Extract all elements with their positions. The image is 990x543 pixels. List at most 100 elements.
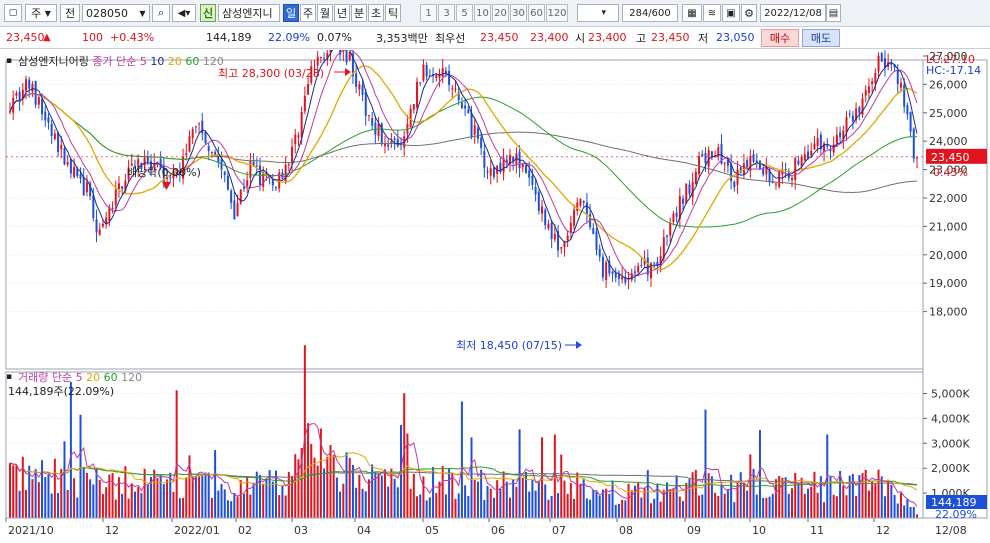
volume-bar <box>576 472 579 518</box>
gear-icon[interactable]: ⚙ <box>741 4 757 22</box>
volume-bar <box>204 472 207 518</box>
volume-bar <box>717 495 720 518</box>
volume-bar <box>133 491 136 518</box>
volume-bar <box>451 472 454 518</box>
minute-option[interactable]: 10 <box>474 4 491 22</box>
volume-bar <box>12 465 15 518</box>
candle-body <box>480 137 483 148</box>
minute-option[interactable]: 3 <box>438 4 455 22</box>
volume-bar <box>566 494 569 518</box>
candle-body <box>826 145 829 147</box>
custom-period-select[interactable]: ▾ <box>577 4 619 22</box>
minute-option[interactable]: 5 <box>456 4 473 22</box>
volume-bar <box>326 456 329 518</box>
x-tick-label: 06 <box>491 524 505 537</box>
candle-body <box>483 151 486 168</box>
window-icon[interactable]: ▢ <box>4 4 22 22</box>
legend-volume-ma-120: 120 <box>121 371 143 384</box>
candle-body <box>605 262 608 281</box>
candle-body <box>835 134 838 144</box>
candle-body <box>287 164 290 166</box>
candle-body <box>675 212 678 217</box>
candle-body <box>614 273 617 278</box>
hc-label: HC:-17.14 <box>926 64 982 77</box>
chevron-down-icon: ▾ <box>601 8 606 18</box>
volume-bar <box>845 495 848 518</box>
volume-bar <box>569 483 572 518</box>
search-icon[interactable]: ⌕ <box>152 4 170 22</box>
minute-option[interactable]: 120 <box>546 4 568 22</box>
buy-button[interactable]: 매수 <box>761 29 799 47</box>
low-annotation: 최저 18,450 (07/15) <box>456 339 563 352</box>
volume-bar <box>278 495 281 518</box>
period-tab[interactable]: 틱 <box>385 4 401 22</box>
candle-body <box>255 165 258 167</box>
settings-toggle-icon[interactable]: ≋ <box>703 4 721 22</box>
candle-body <box>800 157 803 167</box>
credit-badge[interactable]: 신 <box>200 4 216 22</box>
candle-body <box>57 132 60 153</box>
candle-body <box>553 233 556 240</box>
speaker-icon[interactable]: ◀▾ <box>172 4 196 22</box>
volume-bar <box>146 484 149 518</box>
code-dropdown-icon[interactable]: ▼ <box>136 4 150 22</box>
tools-icon[interactable]: ▦ <box>682 4 702 22</box>
candle-body <box>858 107 861 113</box>
minute-option[interactable]: 30 <box>510 4 527 22</box>
period-tab[interactable]: 년 <box>334 4 350 22</box>
high-label: 고 <box>636 31 647 45</box>
volume-bar <box>348 457 351 518</box>
calendar-icon[interactable]: ▤ <box>826 4 841 22</box>
date-field[interactable]: 2022/12/08 <box>760 4 826 22</box>
volume-bar <box>483 500 486 518</box>
period-tab[interactable]: 초 <box>368 4 384 22</box>
market-type-select[interactable]: 주 ▼ <box>25 4 57 22</box>
minute-option[interactable]: 1 <box>420 4 437 22</box>
volume-bar <box>217 490 220 518</box>
candle-body <box>252 161 255 166</box>
volume-bar <box>675 475 678 518</box>
volume-bar <box>230 501 233 518</box>
volume-bar <box>573 498 576 518</box>
volume-bar <box>47 474 50 518</box>
save-icon[interactable]: ▣ <box>722 4 740 22</box>
volume-bar <box>752 468 755 518</box>
candle-body <box>691 182 694 198</box>
collapse-icon[interactable]: ▪ <box>6 56 12 66</box>
stock-name-field: 삼성엔지니 <box>218 4 280 22</box>
volume-bar <box>486 486 489 518</box>
stock-chart[interactable]: 27,00026,00025,00024,00023,00022,00021,0… <box>0 50 990 543</box>
volume-bar <box>25 489 28 518</box>
volume-bar <box>380 475 383 518</box>
volume-bar <box>169 472 172 518</box>
volume-bar <box>313 457 316 518</box>
volume-bar <box>816 492 819 518</box>
candle-body <box>361 84 364 95</box>
volume-bar <box>492 497 495 518</box>
prefix-button[interactable]: 전 <box>60 4 80 22</box>
x-tick-label: 12 <box>876 524 890 537</box>
candle-body <box>85 182 88 193</box>
candle-body <box>576 202 579 212</box>
volume-bar <box>303 345 306 518</box>
period-tab[interactable]: 분 <box>351 4 367 22</box>
candle-body <box>210 151 213 154</box>
period-tab[interactable]: 주 <box>300 4 316 22</box>
volume-collapse-icon[interactable]: ▪ <box>6 372 12 382</box>
candle-body <box>28 79 31 89</box>
candle-body <box>377 123 380 137</box>
candle-body <box>371 118 374 126</box>
period-tab[interactable]: 일 <box>283 4 299 22</box>
open-price: 23,400 <box>588 31 627 44</box>
period-tab[interactable]: 월 <box>317 4 333 22</box>
count-field[interactable]: 284/600 <box>622 4 678 22</box>
sell-button[interactable]: 매도 <box>802 29 840 47</box>
volume-bar <box>791 488 794 518</box>
volume-ratio: 22.09% <box>268 31 310 44</box>
open-label: 시 <box>575 31 586 45</box>
minute-option[interactable]: 20 <box>492 4 509 22</box>
minute-option[interactable]: 60 <box>528 4 545 22</box>
volume-bar <box>124 466 127 518</box>
volume-bar <box>15 465 18 518</box>
candle-body <box>303 95 306 112</box>
